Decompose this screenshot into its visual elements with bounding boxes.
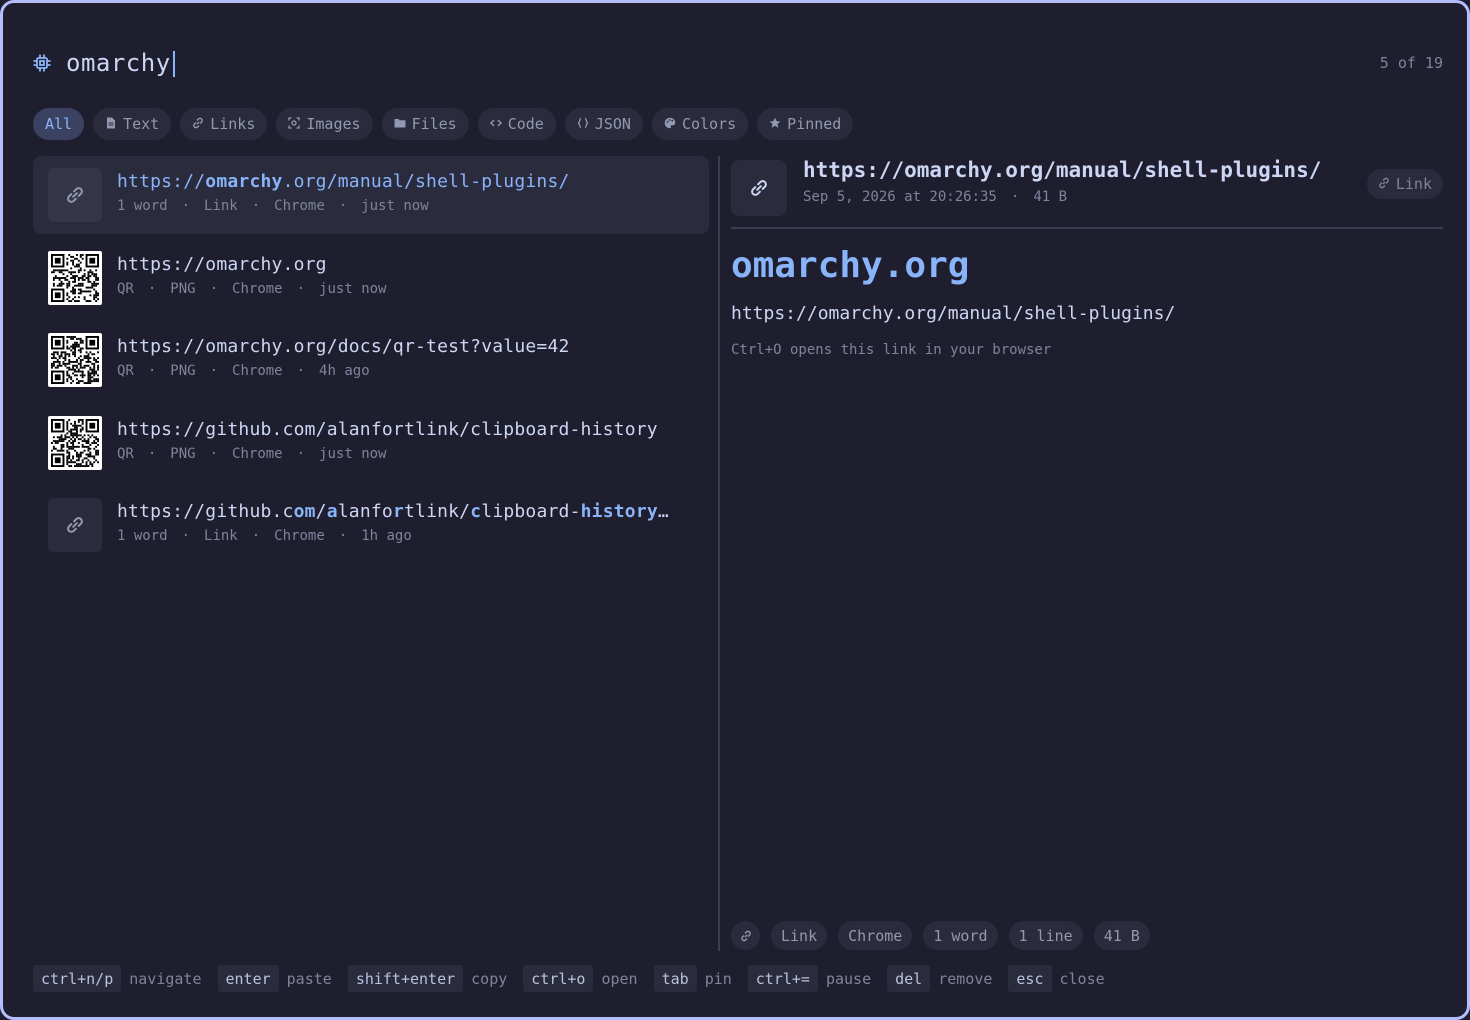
filter-json[interactable]: JSON: [564, 108, 643, 140]
preview-header: https://omarchy.org/manual/shell-plugins…: [731, 156, 1443, 229]
shortcut-key: del: [887, 965, 931, 992]
result-counter: 5 of 19: [1379, 54, 1443, 72]
link-icon: [48, 168, 102, 222]
image-icon: [288, 115, 301, 133]
preview-tags: Link Chrome 1 word 1 line 41 B: [731, 921, 1150, 950]
shortcut-key: esc: [1008, 965, 1052, 992]
shortcut-desc: pin: [704, 969, 732, 988]
code-icon: [489, 115, 502, 133]
preview-domain[interactable]: omarchy.org: [731, 245, 969, 286]
preview-url[interactable]: https://omarchy.org/manual/shell-plugins…: [731, 303, 1175, 324]
shortcut-bar: ctrl+n/p navigate enter paste shift+enter c…: [33, 965, 1121, 992]
item-meta: QR · PNG · Chrome · 4h ago: [117, 363, 370, 380]
shortcut-key: ctrl+=: [747, 965, 818, 992]
type-badge: Link: [1366, 169, 1443, 199]
list-item[interactable]: https://github.com/alanfortlink/clipboar…: [33, 486, 709, 564]
clipboard-list: https://omarchy.org/manual/shell-plugins…: [33, 156, 709, 569]
link-icon: [1378, 175, 1390, 193]
shortcut-desc: paste: [286, 969, 332, 988]
item-title: https://omarchy.org/manual/shell-plugins…: [117, 171, 570, 192]
shortcut-desc: close: [1059, 969, 1105, 988]
shortcut-desc: remove: [938, 969, 993, 988]
shortcut-desc: copy: [471, 969, 508, 988]
shortcut-key: ctrl+n/p: [33, 965, 122, 992]
link-icon: [731, 921, 760, 950]
tag-size: 41 B: [1093, 921, 1150, 950]
list-item[interactable]: https://omarchy.org/manual/shell-plugins…: [33, 156, 709, 234]
item-title: https://github.com/alanfortlink/clipboar…: [117, 418, 658, 440]
list-item[interactable]: https://omarchy.org QR · PNG · Chrome · just n…: [33, 239, 709, 317]
filter-code[interactable]: Code: [477, 108, 556, 140]
filter-links[interactable]: Links: [180, 108, 268, 140]
filter-pinned[interactable]: Pinned: [757, 108, 854, 140]
tag-words: 1 word: [923, 921, 998, 950]
pane-divider[interactable]: [718, 156, 720, 951]
chip-icon: [31, 52, 53, 74]
filter-images[interactable]: Images: [276, 108, 373, 140]
document-icon: [105, 115, 117, 133]
star-icon: [769, 115, 781, 133]
tag-source: Chrome: [838, 921, 913, 950]
item-meta: QR · PNG · Chrome · just now: [117, 445, 387, 462]
filter-text[interactable]: Text: [93, 108, 172, 140]
list-item[interactable]: https://omarchy.org/docs/qr-test?value=4…: [33, 321, 709, 399]
link-icon: [48, 498, 102, 553]
shortcut-desc: navigate: [129, 969, 202, 988]
qr-code-thumbnail: [48, 333, 102, 388]
shortcut-key: shift+enter: [347, 965, 464, 992]
item-meta: 1 word · Link · Chrome · just now: [117, 198, 429, 214]
filter-all[interactable]: All: [33, 108, 85, 140]
shortcut-key: enter: [217, 965, 279, 992]
link-icon: [192, 115, 204, 133]
qr-code-thumbnail: [48, 250, 102, 305]
preview-hint: Ctrl+O opens this link in your browser: [731, 342, 1052, 358]
qr-code-thumbnail: [48, 415, 102, 470]
tag-lines: 1 line: [1008, 921, 1083, 950]
preview-title: https://omarchy.org/manual/shell-plugins…: [803, 158, 1322, 182]
shortcut-key: tab: [653, 965, 697, 992]
item-title: https://omarchy.org/docs/qr-test?value=4…: [117, 336, 570, 358]
filter-colors[interactable]: Colors: [651, 108, 749, 140]
braces-icon: [577, 115, 589, 133]
filter-files[interactable]: Files: [381, 108, 469, 140]
list-item[interactable]: https://github.com/alanfortlink/clipboar…: [33, 404, 709, 482]
search-bar[interactable]: omarchy 5 of 19: [31, 47, 1443, 79]
tag-type: Link: [771, 921, 828, 950]
shortcut-desc: pause: [825, 969, 872, 988]
folder-icon: [394, 115, 406, 133]
filter-bar: All Text Links Images Files Code JSON Co…: [33, 108, 854, 140]
item-meta: QR · PNG · Chrome · just now: [117, 280, 387, 297]
shortcut-desc: open: [601, 969, 638, 988]
text-caret: [172, 51, 175, 77]
preview-meta: Sep 5, 2026 at 20:26:35 · 41 B: [803, 189, 1068, 205]
link-icon: [731, 160, 787, 216]
clipboard-window: omarchy 5 of 19 All Text Links Images Fi…: [0, 0, 1470, 1020]
shortcut-key: ctrl+o: [523, 965, 594, 992]
palette-icon: [664, 115, 676, 133]
item-title: https://github.com/alanfortlink/clipboar…: [117, 501, 669, 523]
item-meta: 1 word · Link · Chrome · 1h ago: [117, 528, 412, 545]
item-title: https://omarchy.org: [117, 253, 327, 275]
search-input[interactable]: omarchy: [66, 49, 175, 77]
